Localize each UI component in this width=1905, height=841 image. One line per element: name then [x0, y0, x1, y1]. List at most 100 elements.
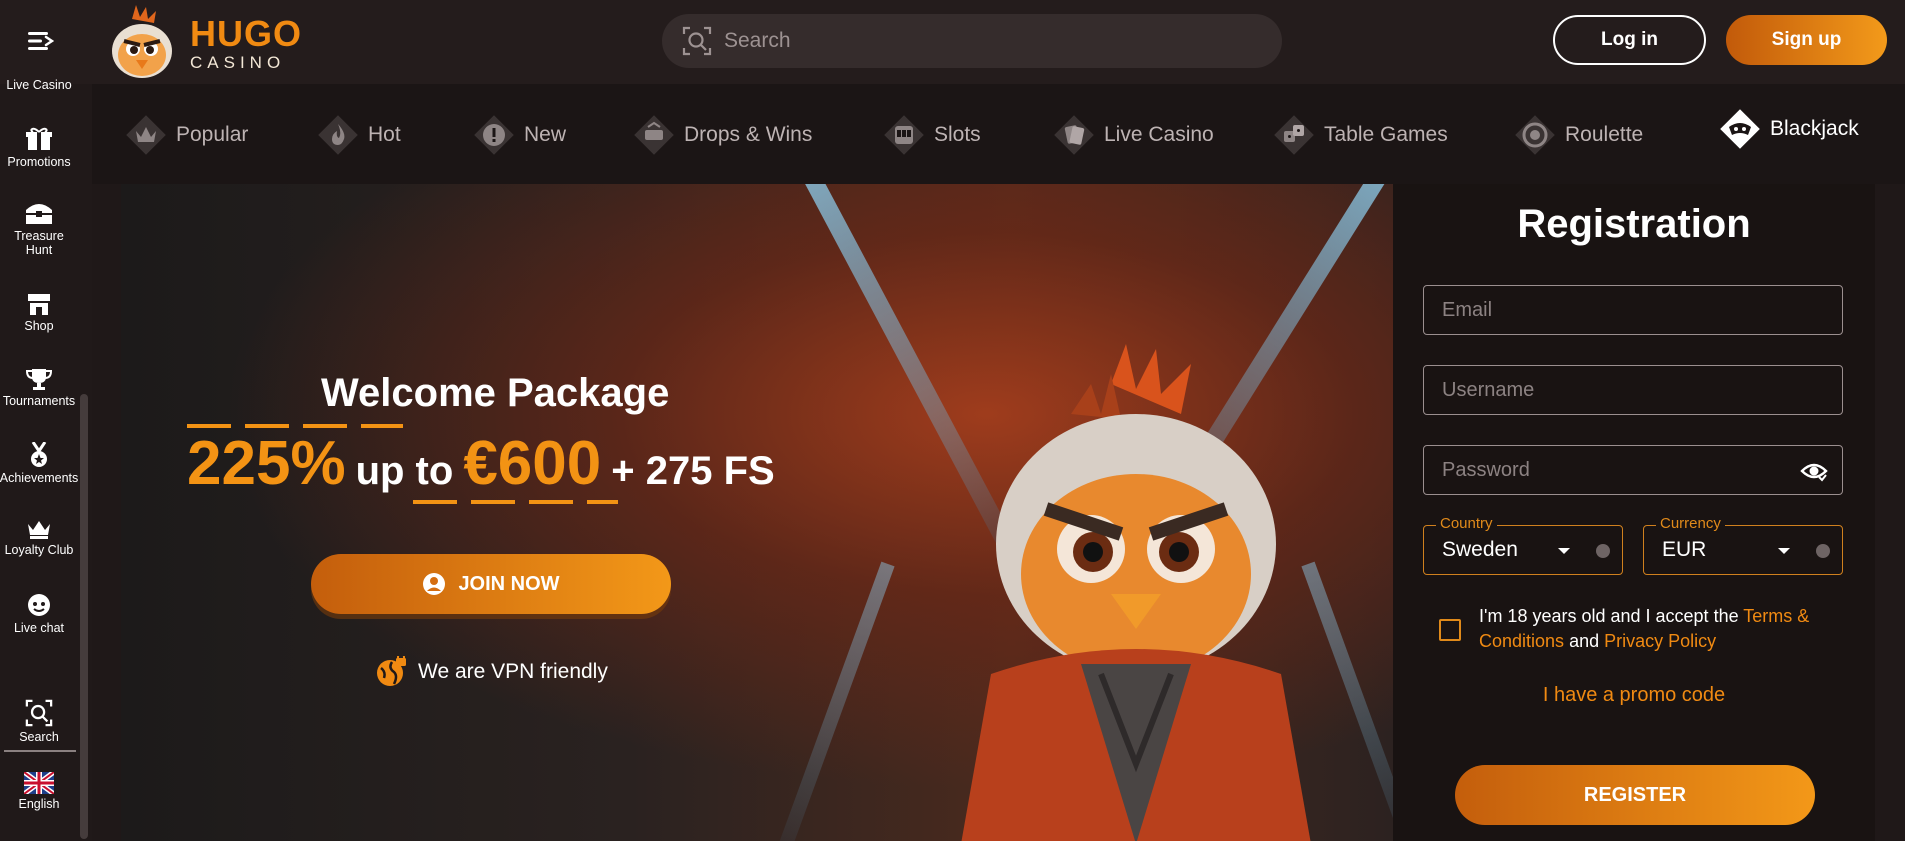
trophy-icon: [26, 369, 52, 390]
terms-text: I'm 18 years old and I accept the Terms …: [1479, 604, 1839, 654]
tab-label: Blackjack: [1770, 117, 1859, 140]
sidebar-scrollbar[interactable]: [80, 394, 88, 839]
join-now-button[interactable]: JOIN NOW: [311, 554, 671, 614]
tab-label: Popular: [176, 123, 249, 146]
search-icon: [682, 26, 712, 56]
offer-percent: 225%: [187, 429, 346, 498]
globe-lock-icon: [377, 656, 406, 686]
sidebar-item-promotions[interactable]: Promotions: [0, 126, 78, 169]
tab-new[interactable]: New: [472, 113, 566, 157]
tab-table-games[interactable]: Table Games: [1272, 113, 1448, 157]
join-now-label: JOIN NOW: [458, 572, 560, 595]
sidebar-item-label: Tournaments: [2, 394, 76, 408]
sidebar-item-search[interactable]: Search: [0, 699, 78, 744]
cards-icon: [1052, 113, 1096, 157]
email-field[interactable]: Email: [1423, 285, 1843, 335]
country-value: Sweden: [1442, 538, 1518, 561]
crown-diamond-icon: [124, 113, 168, 157]
exclamation-icon: [472, 113, 516, 157]
tab-roulette[interactable]: Roulette: [1513, 113, 1643, 157]
user-icon: [423, 573, 446, 595]
gift-icon: [26, 127, 52, 150]
tab-slots[interactable]: Slots: [882, 113, 981, 157]
menu-toggle-icon[interactable]: [24, 28, 58, 54]
sidebar-item-label: Loyalty Club: [4, 543, 74, 557]
info-icon: [1596, 544, 1610, 558]
tab-label: Drops & Wins: [684, 123, 813, 146]
sidebar-item-shop[interactable]: Shop: [0, 292, 78, 333]
tab-blackjack[interactable]: Blackjack: [1718, 107, 1859, 151]
login-button[interactable]: Log in: [1553, 15, 1706, 65]
terms-and: and: [1564, 631, 1605, 652]
sidebar-item-live-casino-partial[interactable]: Live Casino: [0, 78, 78, 92]
light-beam-decoration: [778, 561, 895, 841]
sidebar-item-language[interactable]: English: [0, 772, 78, 811]
promo-code-link[interactable]: I have a promo code: [1393, 684, 1875, 707]
tab-label: Hot: [368, 123, 401, 146]
show-password-icon[interactable]: [1800, 459, 1828, 483]
medal-icon: [31, 442, 47, 467]
sidebar-item-label: Promotions: [7, 155, 71, 169]
tab-live-casino[interactable]: Live Casino: [1052, 113, 1214, 157]
flame-icon: [316, 113, 360, 157]
roulette-icon: [1513, 113, 1557, 157]
hugo-mascot-illustration: [961, 344, 1311, 841]
email-placeholder: Email: [1442, 298, 1493, 321]
signup-button[interactable]: Sign up: [1726, 15, 1887, 65]
offer-up-to: up to: [355, 449, 454, 493]
sidebar-item-loyalty-club[interactable]: Loyalty Club: [0, 518, 78, 557]
top-header: HUGO CASINO Search Log in Sign up: [0, 0, 1905, 84]
slot-machine-icon: [882, 113, 926, 157]
crown-icon: [28, 521, 50, 539]
decorative-dash: [413, 500, 618, 504]
offer-free-spins: + 275 FS: [611, 449, 775, 493]
vpn-text: We are VPN friendly: [418, 660, 608, 683]
dice-icon: [1272, 113, 1316, 157]
tab-drops-wins[interactable]: Drops & Wins: [632, 113, 812, 157]
currency-value: EUR: [1662, 538, 1707, 561]
username-placeholder: Username: [1442, 378, 1535, 401]
username-field[interactable]: Username: [1423, 365, 1843, 415]
logo-hugo-text: HUGO: [190, 12, 302, 54]
register-button[interactable]: REGISTER: [1455, 765, 1815, 825]
sidebar-item-treasure-hunt[interactable]: Treasure Hunt: [0, 198, 78, 258]
hugo-casino-logo[interactable]: HUGO CASINO: [102, 2, 302, 84]
shop-icon: [28, 294, 50, 315]
registration-title: Registration: [1517, 202, 1751, 246]
terms-prefix: I'm 18 years old and I accept the: [1479, 606, 1744, 626]
sidebar-item-label: Shop: [24, 319, 54, 333]
tab-hot[interactable]: Hot: [316, 113, 401, 157]
sidebar-item-tournaments[interactable]: Tournaments: [0, 367, 78, 408]
currency-select[interactable]: Currency EUR: [1643, 515, 1843, 575]
tab-label: Roulette: [1565, 123, 1644, 146]
password-field[interactable]: Password: [1423, 445, 1843, 495]
treasure-chest-icon: [26, 204, 52, 224]
currency-legend: Currency: [1656, 515, 1725, 532]
tab-popular[interactable]: Popular: [124, 113, 248, 157]
sidebar-item-live-chat[interactable]: Live chat: [0, 592, 78, 635]
country-legend: Country: [1436, 515, 1497, 532]
password-placeholder: Password: [1442, 458, 1530, 481]
drops-wins-icon: [632, 113, 676, 157]
sidebar-item-label: English: [18, 797, 60, 811]
country-select[interactable]: Country Sweden: [1423, 515, 1623, 575]
tab-label: Live Casino: [1104, 123, 1214, 146]
info-icon: [1816, 544, 1830, 558]
vpn-friendly-note: We are VPN friendly: [376, 656, 608, 688]
privacy-policy-link[interactable]: Privacy Policy: [1604, 631, 1716, 651]
sidebar-item-label: Search: [19, 730, 59, 744]
logo-casino-text: CASINO: [190, 52, 286, 72]
sidebar-item-label: Treasure Hunt: [14, 229, 64, 258]
offer-amount: €600: [463, 429, 602, 498]
tab-label: Slots: [934, 123, 981, 146]
sidebar-item-achievements[interactable]: Achievements: [0, 442, 78, 485]
search-placeholder: Search: [724, 29, 791, 52]
search-input[interactable]: Search: [662, 14, 1282, 68]
age-terms-checkbox[interactable]: [1439, 619, 1461, 641]
search-icon: [25, 699, 53, 727]
registration-panel: Registration Email Username Password Cou…: [1393, 184, 1875, 841]
sidebar-item-label: Achievements: [0, 471, 79, 485]
page-right-gutter: [1875, 184, 1905, 841]
sidebar-divider: [4, 750, 76, 752]
blackjack-icon: [1718, 107, 1762, 151]
